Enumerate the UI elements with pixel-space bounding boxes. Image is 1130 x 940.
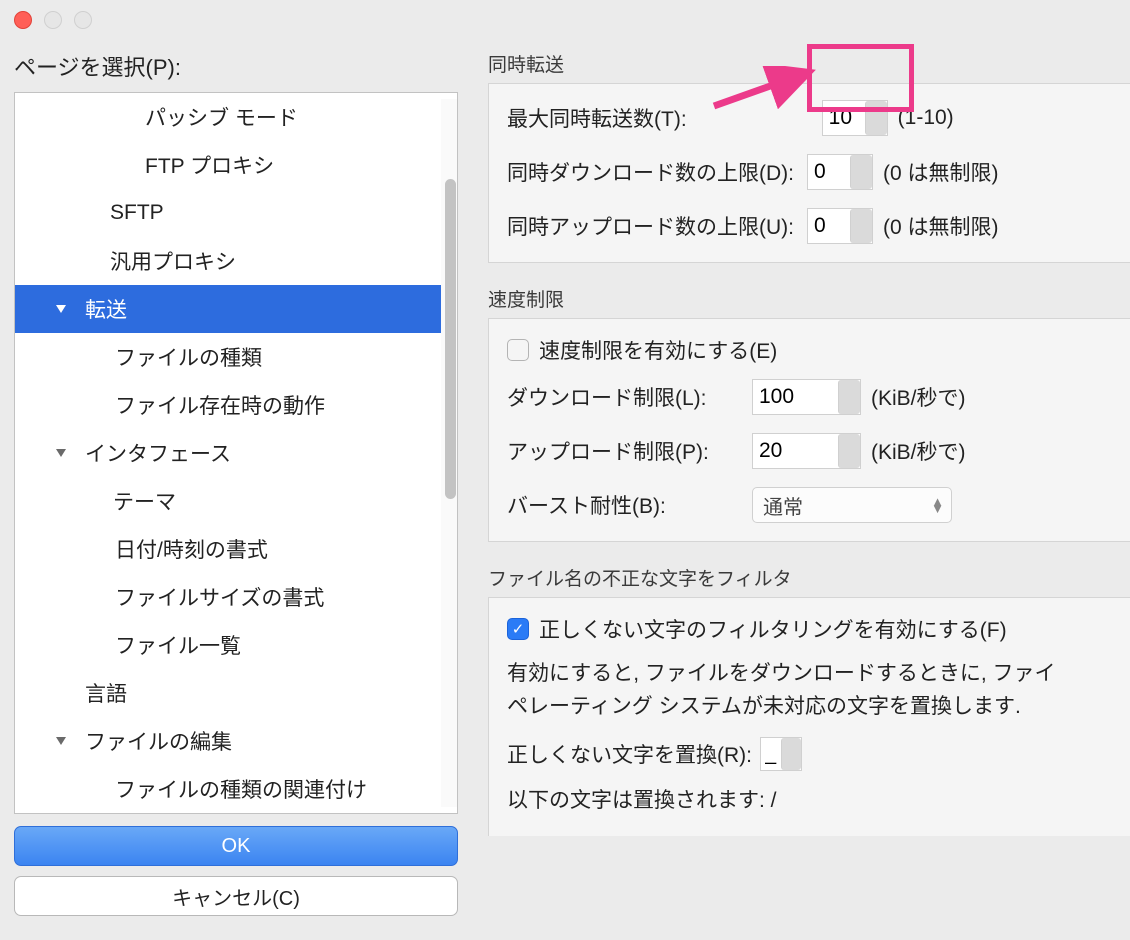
window-titlebar bbox=[0, 0, 1130, 40]
burst-select[interactable]: 通常 ▲▼ bbox=[752, 487, 952, 523]
tree-item[interactable]: 転送 bbox=[15, 285, 441, 333]
max-transfers-label: 最大同時転送数(T): bbox=[507, 103, 687, 133]
burst-value: 通常 bbox=[763, 491, 803, 520]
max-downloads-input[interactable] bbox=[808, 155, 850, 189]
stepper-icon[interactable] bbox=[865, 101, 887, 135]
stepper-icon[interactable] bbox=[850, 155, 872, 189]
upload-limit-input[interactable] bbox=[753, 434, 838, 468]
tree-item-label: ファイルの編集 bbox=[15, 726, 232, 756]
group-filter-title: ファイル名の不正な文字をフィルタ bbox=[488, 564, 1130, 591]
enable-speed-label: 速度制限を有効にする(E) bbox=[539, 335, 777, 365]
replace-char-input-wrap[interactable] bbox=[760, 737, 802, 771]
tree-item-label: SFTP bbox=[15, 201, 164, 225]
stepper-icon[interactable] bbox=[850, 209, 872, 243]
download-limit-unit: (KiB/秒で) bbox=[871, 382, 966, 412]
tree-item[interactable]: 汎用プロキシ bbox=[15, 237, 441, 285]
tree-item-label: インタフェース bbox=[15, 438, 231, 468]
tree-item-label: 日付/時刻の書式 bbox=[15, 534, 268, 564]
max-uploads-spinner[interactable] bbox=[807, 208, 873, 244]
tree-item[interactable]: ファイルサイズの書式 bbox=[15, 573, 441, 621]
tree-item-label: 転送 bbox=[15, 294, 127, 324]
tree-item-label: FTP プロキシ bbox=[15, 150, 274, 180]
max-uploads-label: 同時アップロード数の上限(U): bbox=[507, 211, 794, 241]
max-transfers-input[interactable] bbox=[823, 101, 865, 135]
replace-char-label: 正しくない文字を置換(R): bbox=[507, 739, 752, 769]
max-uploads-hint: (0 は無制限) bbox=[883, 211, 999, 241]
settings-tree[interactable]: パッシブ モード FTP プロキシ SFTP 汎用プロキシ転送ファイルの種類ファイル存… bbox=[14, 92, 458, 814]
disclosure-triangle-icon[interactable] bbox=[55, 735, 67, 747]
max-transfers-hint: (1-10) bbox=[898, 106, 954, 130]
tree-item-label: ファイルサイズの書式 bbox=[15, 582, 324, 612]
download-limit-input[interactable] bbox=[753, 380, 838, 414]
minimize-window-icon bbox=[44, 11, 62, 29]
replace-char-input[interactable] bbox=[761, 738, 781, 770]
tree-item[interactable]: テーマ bbox=[15, 477, 441, 525]
upload-limit-unit: (KiB/秒で) bbox=[871, 436, 966, 466]
scrollbar[interactable] bbox=[441, 99, 457, 807]
disclosure-triangle-icon[interactable] bbox=[55, 303, 67, 315]
burst-label: バースト耐性(B): bbox=[507, 490, 752, 520]
stepper-icon[interactable] bbox=[838, 434, 860, 468]
tree-item-label: テーマ bbox=[15, 486, 176, 516]
tree-item[interactable]: インタフェース bbox=[15, 429, 441, 477]
tree-item[interactable]: ファイルの種類 bbox=[15, 333, 441, 381]
tree-item-label: ファイル存在時の動作 bbox=[15, 390, 325, 420]
tree-item-label: ファイルの種類 bbox=[15, 342, 262, 372]
scrollbar-thumb[interactable] bbox=[445, 179, 456, 499]
enable-speed-checkbox[interactable] bbox=[507, 339, 529, 361]
maximize-window-icon bbox=[74, 11, 92, 29]
max-downloads-label: 同時ダウンロード数の上限(D): bbox=[507, 157, 794, 187]
max-uploads-input[interactable] bbox=[808, 209, 850, 243]
page-select-label: ページを選択(P): bbox=[14, 50, 458, 82]
tree-item[interactable]: 言語 bbox=[15, 669, 441, 717]
tree-item-label: ファイルの種類の関連付け bbox=[15, 774, 367, 804]
max-downloads-hint: (0 は無制限) bbox=[883, 157, 999, 187]
tree-item[interactable]: ファイルの編集 bbox=[15, 717, 441, 765]
stepper-icon[interactable] bbox=[781, 738, 801, 770]
download-limit-label: ダウンロード制限(L): bbox=[507, 382, 752, 412]
tree-item-label: ファイル一覧 bbox=[15, 630, 241, 660]
tree-item[interactable]: FTP プロキシ bbox=[15, 141, 441, 189]
tree-item-label: パッシブ モード bbox=[15, 102, 298, 132]
stepper-icon[interactable] bbox=[838, 380, 860, 414]
tree-item-label: 言語 bbox=[15, 678, 127, 708]
group-speed-title: 速度制限 bbox=[488, 285, 1130, 312]
tree-item[interactable]: 日付/時刻の書式 bbox=[15, 525, 441, 573]
enable-filter-checkbox[interactable]: ✓ bbox=[507, 618, 529, 640]
tree-item[interactable]: SFTP bbox=[15, 189, 441, 237]
max-transfers-spinner[interactable] bbox=[822, 100, 888, 136]
download-limit-spinner[interactable] bbox=[752, 379, 861, 415]
filter-description: 有効にすると, ファイルをダウンロードするときに, ファイ ペレーティング シス… bbox=[507, 658, 1112, 723]
enable-filter-label: 正しくない文字のフィルタリングを有効にする(F) bbox=[539, 614, 1007, 644]
select-arrows-icon: ▲▼ bbox=[931, 498, 941, 512]
tree-item[interactable]: ファイル一覧 bbox=[15, 621, 441, 669]
disclosure-triangle-icon[interactable] bbox=[55, 447, 67, 459]
close-window-icon[interactable] bbox=[14, 11, 32, 29]
group-speed: 速度制限を有効にする(E) ダウンロード制限(L): (KiB/秒で) アップロ… bbox=[488, 318, 1130, 542]
group-filter: ✓ 正しくない文字のフィルタリングを有効にする(F) 有効にすると, ファイルを… bbox=[488, 597, 1130, 836]
upload-limit-label: アップロード制限(P): bbox=[507, 436, 752, 466]
ok-button[interactable]: OK bbox=[14, 826, 458, 866]
tree-item[interactable]: パッシブ モード bbox=[15, 93, 441, 141]
tree-item[interactable]: ファイルの種類の関連付け bbox=[15, 765, 441, 813]
group-concurrent-title: 同時転送 bbox=[488, 50, 1130, 77]
cancel-button[interactable]: キャンセル(C) bbox=[14, 876, 458, 916]
following-chars-label: 以下の文字は置換されます: / bbox=[507, 785, 1112, 818]
max-downloads-spinner[interactable] bbox=[807, 154, 873, 190]
tree-item-label: 汎用プロキシ bbox=[15, 246, 236, 276]
upload-limit-spinner[interactable] bbox=[752, 433, 861, 469]
tree-item[interactable]: ファイル存在時の動作 bbox=[15, 381, 441, 429]
group-concurrent: 最大同時転送数(T): (1-10) 同時ダウンロード数の上限(D): (0 は… bbox=[488, 83, 1130, 263]
